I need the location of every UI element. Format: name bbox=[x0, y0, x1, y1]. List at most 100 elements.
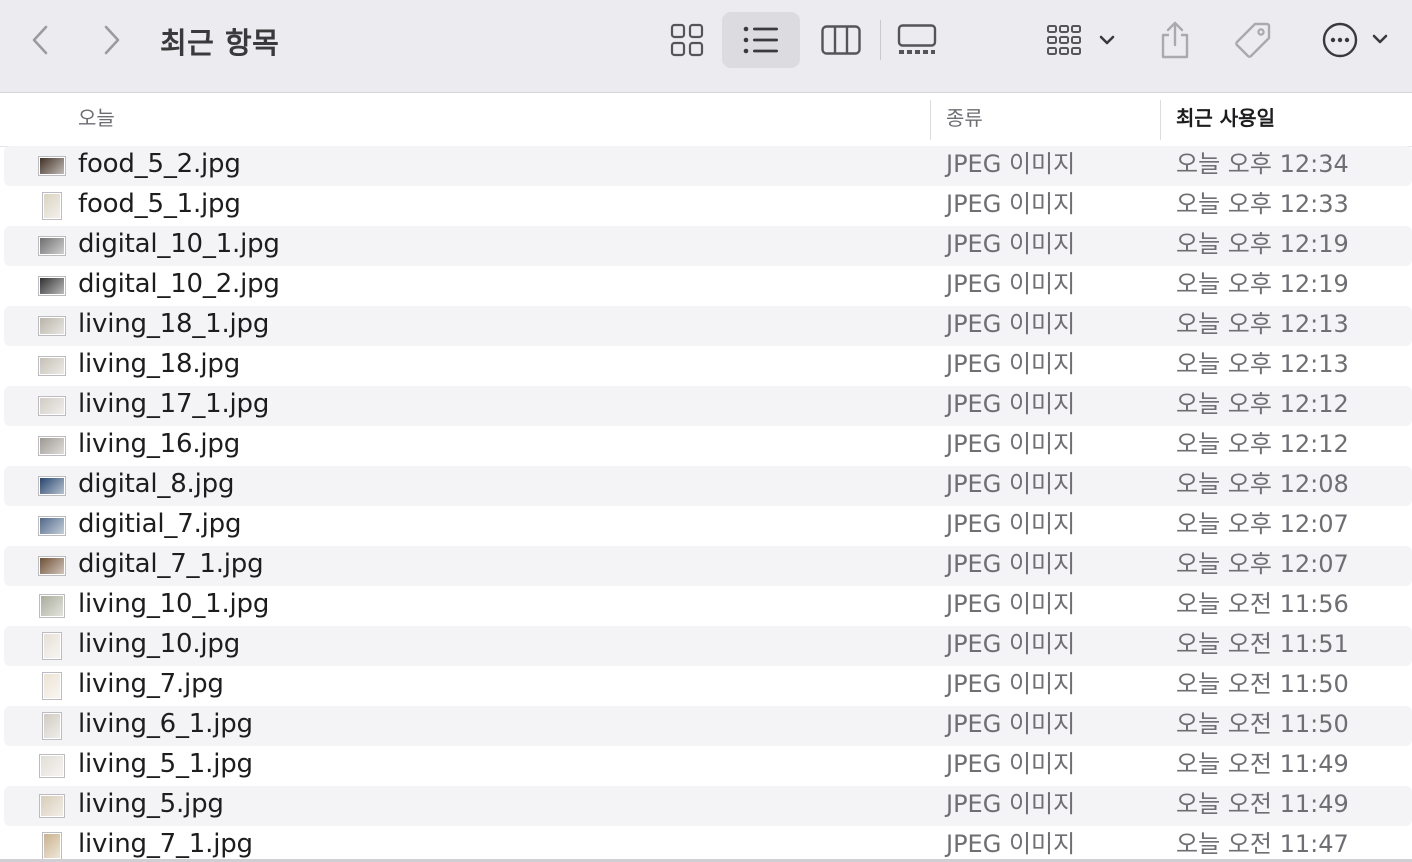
tag-button[interactable] bbox=[1228, 12, 1278, 68]
column-header-name[interactable]: 오늘 bbox=[78, 94, 115, 147]
column-header-date[interactable]: 최근 사용일 bbox=[1176, 94, 1275, 147]
file-name: living_10_1.jpg bbox=[78, 589, 270, 619]
thumbnail-image bbox=[38, 396, 66, 416]
file-kind: JPEG 이미지 bbox=[946, 710, 1076, 738]
more-icon bbox=[1322, 22, 1388, 58]
toolbar-separator bbox=[880, 20, 881, 60]
table-row[interactable]: living_18_1.jpg JPEG 이미지 오늘 오후 12:13 bbox=[4, 306, 1412, 346]
table-row[interactable]: digitial_7.jpg JPEG 이미지 오늘 오후 12:07 bbox=[4, 506, 1412, 546]
share-button[interactable] bbox=[1150, 12, 1200, 68]
table-row[interactable]: living_5_1.jpg JPEG 이미지 오늘 오전 11:49 bbox=[4, 746, 1412, 786]
file-kind: JPEG 이미지 bbox=[946, 750, 1076, 778]
image-thumbnail-icon bbox=[37, 431, 67, 461]
back-button[interactable] bbox=[20, 18, 60, 62]
group-button[interactable] bbox=[1040, 12, 1120, 68]
table-row[interactable]: living_7_1.jpg JPEG 이미지 오늘 오전 11:47 bbox=[4, 826, 1412, 862]
table-row[interactable]: living_17_1.jpg JPEG 이미지 오늘 오후 12:12 bbox=[4, 386, 1412, 426]
file-kind: JPEG 이미지 bbox=[946, 470, 1076, 498]
thumbnail-image bbox=[42, 632, 62, 660]
file-kind: JPEG 이미지 bbox=[946, 510, 1076, 538]
image-thumbnail-icon bbox=[37, 671, 67, 701]
file-kind: JPEG 이미지 bbox=[946, 430, 1076, 458]
column-divider[interactable] bbox=[930, 100, 931, 140]
file-name: living_6_1.jpg bbox=[78, 709, 253, 739]
table-row[interactable]: food_5_2.jpg JPEG 이미지 오늘 오후 12:34 bbox=[4, 146, 1412, 186]
image-thumbnail-icon bbox=[37, 791, 67, 821]
file-last-opened: 오늘 오후 12:12 bbox=[1176, 430, 1349, 458]
thumbnail-image bbox=[39, 594, 65, 618]
icon-view-button[interactable] bbox=[660, 12, 714, 68]
toolbar: 최근 항목 bbox=[0, 0, 1412, 93]
file-list: food_5_2.jpg JPEG 이미지 오늘 오후 12:34 food_5_1.… bbox=[0, 146, 1412, 862]
file-name: digital_7_1.jpg bbox=[78, 549, 264, 579]
file-name: food_5_2.jpg bbox=[78, 149, 241, 179]
thumbnail-image bbox=[38, 316, 66, 336]
table-row[interactable]: digital_8.jpg JPEG 이미지 오늘 오후 12:08 bbox=[4, 466, 1412, 506]
column-view-button[interactable] bbox=[812, 12, 870, 68]
image-thumbnail-icon bbox=[37, 591, 67, 621]
tag-icon bbox=[1235, 22, 1271, 58]
file-last-opened: 오늘 오전 11:49 bbox=[1176, 790, 1349, 818]
image-thumbnail-icon bbox=[37, 191, 67, 221]
list-view-button[interactable] bbox=[722, 12, 800, 68]
thumbnail-image bbox=[38, 276, 66, 296]
column-header: 오늘 종류 최근 사용일 bbox=[0, 94, 1412, 147]
file-name: living_5.jpg bbox=[78, 789, 224, 819]
thumbnail-image bbox=[42, 672, 62, 700]
thumbnail-image bbox=[42, 192, 62, 220]
column-divider[interactable] bbox=[1160, 100, 1161, 140]
image-thumbnail-icon bbox=[37, 831, 67, 861]
file-kind: JPEG 이미지 bbox=[946, 790, 1076, 818]
file-name: living_7.jpg bbox=[78, 669, 224, 699]
file-kind: JPEG 이미지 bbox=[946, 550, 1076, 578]
table-row[interactable]: digital_7_1.jpg JPEG 이미지 오늘 오후 12:07 bbox=[4, 546, 1412, 586]
group-icon bbox=[1047, 25, 1115, 55]
file-last-opened: 오늘 오후 12:07 bbox=[1176, 550, 1349, 578]
table-row[interactable]: living_10.jpg JPEG 이미지 오늘 오전 11:51 bbox=[4, 626, 1412, 666]
file-name: digital_10_2.jpg bbox=[78, 269, 280, 299]
table-row[interactable]: living_18.jpg JPEG 이미지 오늘 오후 12:13 bbox=[4, 346, 1412, 386]
thumbnail-image bbox=[39, 754, 65, 778]
file-name: living_10.jpg bbox=[78, 629, 241, 659]
image-thumbnail-icon bbox=[37, 271, 67, 301]
file-kind: JPEG 이미지 bbox=[946, 230, 1076, 258]
file-kind: JPEG 이미지 bbox=[946, 310, 1076, 338]
file-last-opened: 오늘 오후 12:19 bbox=[1176, 230, 1349, 258]
table-row[interactable]: living_7.jpg JPEG 이미지 오늘 오전 11:50 bbox=[4, 666, 1412, 706]
share-icon bbox=[1161, 21, 1189, 59]
gallery-view-button[interactable] bbox=[890, 12, 944, 68]
thumbnail-image bbox=[38, 356, 66, 376]
image-thumbnail-icon bbox=[37, 551, 67, 581]
file-last-opened: 오늘 오후 12:08 bbox=[1176, 470, 1349, 498]
file-name: living_16.jpg bbox=[78, 429, 241, 459]
file-name: digital_10_1.jpg bbox=[78, 229, 280, 259]
table-row[interactable]: living_6_1.jpg JPEG 이미지 오늘 오전 11:50 bbox=[4, 706, 1412, 746]
column-header-kind[interactable]: 종류 bbox=[946, 94, 983, 147]
file-last-opened: 오늘 오전 11:56 bbox=[1176, 590, 1349, 618]
table-row[interactable]: living_16.jpg JPEG 이미지 오늘 오후 12:12 bbox=[4, 426, 1412, 466]
image-thumbnail-icon bbox=[37, 311, 67, 341]
table-row[interactable]: living_5.jpg JPEG 이미지 오늘 오전 11:49 bbox=[4, 786, 1412, 826]
table-row[interactable]: living_10_1.jpg JPEG 이미지 오늘 오전 11:56 bbox=[4, 586, 1412, 626]
file-last-opened: 오늘 오후 12:33 bbox=[1176, 190, 1349, 218]
file-name: living_5_1.jpg bbox=[78, 749, 253, 779]
file-kind: JPEG 이미지 bbox=[946, 390, 1076, 418]
file-last-opened: 오늘 오후 12:19 bbox=[1176, 270, 1349, 298]
table-row[interactable]: food_5_1.jpg JPEG 이미지 오늘 오후 12:33 bbox=[4, 186, 1412, 226]
image-thumbnail-icon bbox=[37, 151, 67, 181]
file-kind: JPEG 이미지 bbox=[946, 270, 1076, 298]
table-row[interactable]: digital_10_1.jpg JPEG 이미지 오늘 오후 12:19 bbox=[4, 226, 1412, 266]
file-last-opened: 오늘 오후 12:13 bbox=[1176, 310, 1349, 338]
file-kind: JPEG 이미지 bbox=[946, 630, 1076, 658]
image-thumbnail-icon bbox=[37, 471, 67, 501]
more-actions-button[interactable] bbox=[1312, 12, 1392, 68]
file-name: living_18_1.jpg bbox=[78, 309, 270, 339]
forward-button[interactable] bbox=[92, 18, 132, 62]
file-last-opened: 오늘 오후 12:07 bbox=[1176, 510, 1349, 538]
file-last-opened: 오늘 오전 11:50 bbox=[1176, 670, 1349, 698]
file-last-opened: 오늘 오전 11:49 bbox=[1176, 750, 1349, 778]
thumbnail-image bbox=[42, 712, 62, 740]
table-row[interactable]: digital_10_2.jpg JPEG 이미지 오늘 오후 12:19 bbox=[4, 266, 1412, 306]
file-name: food_5_1.jpg bbox=[78, 189, 241, 219]
file-name: living_17_1.jpg bbox=[78, 389, 270, 419]
